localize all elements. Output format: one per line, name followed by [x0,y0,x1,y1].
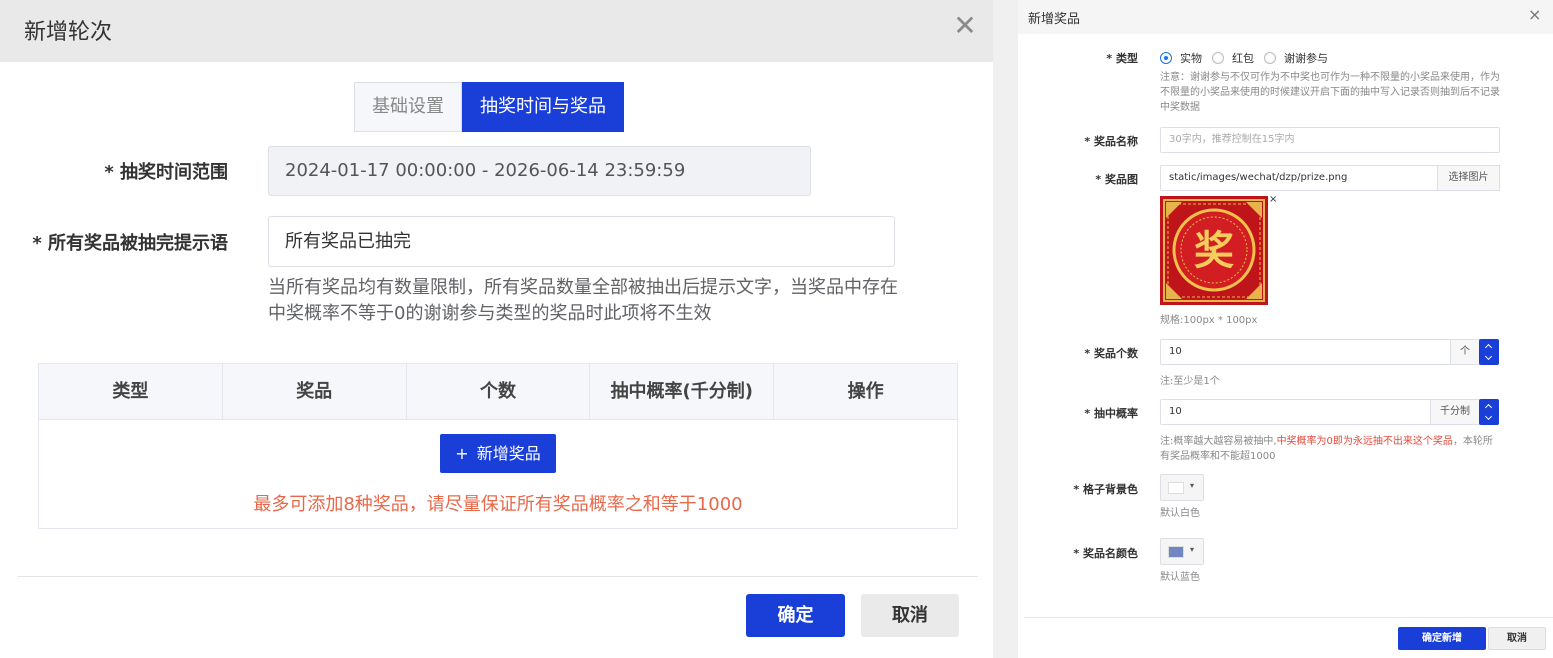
close-icon[interactable]: × [1528,6,1541,24]
dialog-title: 新增轮次 [24,20,113,45]
time-range-input[interactable]: 2024-01-17 00:00:00 - 2026-06-14 23:59:5… [268,146,811,196]
column-header-probability: 抽中概率(千分制) [590,364,775,419]
color-swatch [1168,546,1184,558]
add-prize-button[interactable]: + 新增奖品 [440,434,556,473]
type-note: 注意：谢谢参与不仅可作为不中奖也可作为一种不限量的小奖品来使用，作为不限量的小奖… [1160,72,1500,113]
confirm-button[interactable]: 确定 [746,594,845,637]
prize-count-note: 注:至少是1个 [1160,376,1220,387]
prize-table: 类型 奖品 个数 抽中概率(千分制) 操作 + 新增奖品 最多可添加8种奖品，请尽… [38,363,958,529]
dialog-header: 新增轮次 ✕ [0,0,993,62]
prize-name-label: * 奖品名称 [1084,135,1138,148]
footer-divider [18,576,978,577]
name-color-label: * 奖品名颜色 [1073,547,1138,560]
cell-bg-caption: 默认白色 [1160,508,1200,519]
chevron-down-icon: ▾ [1190,481,1195,490]
tab-time-and-prizes[interactable]: 抽奖时间与奖品 [462,82,624,132]
tab-bar: 基础设置 抽奖时间与奖品 [354,82,624,132]
prize-image-graphic: 奖 [1160,196,1268,305]
plus-icon: + [455,444,469,463]
radio-physical[interactable]: 实物 [1160,50,1202,66]
remove-image-icon[interactable]: × [1269,195,1277,205]
all-drawn-tip-label: * 所有奖品被抽完提示语 [32,233,228,254]
image-spec: 规格:100px * 100px [1160,315,1258,326]
footer-divider [1024,617,1553,618]
prize-count-label: * 奖品个数 [1084,347,1138,360]
time-range-label: * 抽奖时间范围 [104,162,228,183]
chevron-down-icon: ▾ [1190,545,1195,554]
probability-note-warning: 中奖概率为0即为永远抽不出来这个奖品 [1276,436,1453,447]
probability-input[interactable]: 10 [1160,399,1431,425]
add-prize-label: 新增奖品 [476,444,541,463]
prize-image-preview: 奖 [1160,196,1268,305]
column-header-count: 个数 [407,364,591,419]
probability-note: 注:概率越大越容易被抽中,中奖概率为0即为永远抽不出来这个奖品，本轮所有奖品概率… [1160,434,1500,464]
color-swatch [1168,482,1184,494]
radio-thanks-label: 谢谢参与 [1284,52,1328,65]
cell-bg-label: * 格子背景色 [1073,483,1138,496]
radio-red-packet[interactable]: 红包 [1212,50,1254,66]
prize-count-stepper[interactable] [1479,339,1499,365]
radio-dot [1212,52,1224,64]
probability-unit: 千分制 [1430,399,1480,425]
cell-bg-color-picker[interactable]: ▾ [1160,474,1204,501]
radio-red-packet-label: 红包 [1232,52,1254,65]
dialog-gap [993,0,1018,658]
cancel-button[interactable]: 取消 [861,594,959,637]
radio-physical-label: 实物 [1180,52,1202,65]
radio-dot [1160,52,1172,64]
prize-image-char: 奖 [1194,228,1234,274]
column-header-type: 类型 [39,364,223,419]
probability-stepper[interactable] [1479,399,1499,425]
radio-thanks[interactable]: 谢谢参与 [1264,50,1328,66]
prize-name-input[interactable]: 30字内，推荐控制在15字内 [1160,127,1500,153]
all-drawn-tip-help: 当所有奖品均有数量限制，所有奖品数量全部被抽出后提示文字，当奖品中存在中奖概率不… [268,277,898,324]
type-label: * 类型 [1106,52,1138,65]
cancel-button[interactable]: 取消 [1488,627,1546,650]
radio-dot [1264,52,1276,64]
probability-label: * 抽中概率 [1084,407,1138,420]
prize-image-path-input[interactable]: static/images/wechat/dzp/prize.png [1160,165,1438,191]
probability-note-prefix: 注:概率越大越容易被抽中, [1160,436,1277,447]
prize-limit-warning: 最多可添加8种奖品，请尽量保证所有奖品概率之和等于1000 [253,494,743,515]
column-header-actions: 操作 [847,381,884,402]
prize-count-input[interactable]: 10 [1160,339,1451,365]
prize-table-header: 类型 奖品 个数 抽中概率(千分制) 操作 [39,364,957,420]
prize-image-label: * 奖品图 [1095,173,1138,186]
prize-count-unit: 个 [1450,339,1480,365]
dialog-title: 新增奖品 [1028,12,1081,27]
screen: 新增轮次 ✕ 基础设置 抽奖时间与奖品 * 抽奖时间范围 2024-01-17 … [0,0,1553,658]
close-icon[interactable]: ✕ [951,12,979,40]
name-color-caption: 默认蓝色 [1160,572,1200,583]
select-image-button[interactable]: 选择图片 [1437,165,1500,191]
name-color-picker[interactable]: ▾ [1160,538,1204,565]
column-header-prize: 奖品 [223,364,407,419]
confirm-add-button[interactable]: 确定新增 [1398,627,1486,650]
all-drawn-tip-input[interactable]: 所有奖品已抽完 [268,216,895,267]
dialog-header: 新增奖品 × [1018,0,1553,34]
add-round-dialog: 新增轮次 ✕ 基础设置 抽奖时间与奖品 * 抽奖时间范围 2024-01-17 … [0,0,993,658]
tab-basic-settings[interactable]: 基础设置 [354,82,462,132]
